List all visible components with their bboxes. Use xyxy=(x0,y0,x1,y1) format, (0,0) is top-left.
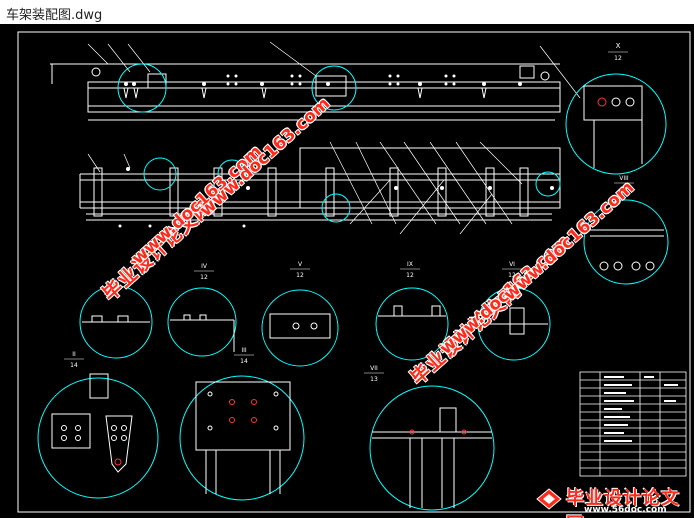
detail-view-vii: VII 13 xyxy=(364,365,495,511)
detail-ix-label: IX xyxy=(407,261,413,268)
site-logo: 毕业设计论文网 www.56doc.com xyxy=(528,482,694,518)
detail-v-scale: 12 xyxy=(296,272,304,279)
window-title: 车架装配图.dwg xyxy=(6,8,103,23)
frame-plan-view xyxy=(79,147,561,221)
logo-text-en: www.56doc.com xyxy=(584,505,667,515)
detail-iv-label: IV xyxy=(201,263,208,270)
detail-ix-scale: 12 xyxy=(406,272,414,279)
detail-view-iii: III 14 xyxy=(179,347,305,501)
detail-iii-scale: 14 xyxy=(240,358,248,365)
frame-side-view-brackets xyxy=(147,65,535,97)
detail-iv-scale: 12 xyxy=(200,274,208,281)
detail-x-scale: 12 xyxy=(614,55,622,62)
detail-iii-label: III xyxy=(241,347,247,354)
detail-v-label: V xyxy=(298,261,303,268)
detail-view-x: X 12 xyxy=(565,42,667,175)
detail-ii-label: II xyxy=(72,351,76,358)
logo-mark-icon xyxy=(536,488,562,510)
detail-view-v: V 12 xyxy=(261,261,339,367)
cad-drawing-viewport[interactable]: X 12 VIII 12 IV 12 V 12 IX 12 VI 12 II 1… xyxy=(0,24,694,518)
frame-plan-crossmembers xyxy=(93,167,529,217)
detail-view-ii: II 14 xyxy=(37,351,159,499)
detail-vii-scale: 13 xyxy=(370,376,378,383)
cad-drawing-canvas[interactable]: X 12 VIII 12 IV 12 V 12 IX 12 VI 12 II 1… xyxy=(0,24,694,518)
detail-view-iv: IV 12 xyxy=(167,263,237,357)
frame-side-view-hangers xyxy=(123,87,487,99)
detail-x-label: X xyxy=(616,42,621,50)
detail-vii-label: VII xyxy=(370,365,378,372)
detail-ii-scale: 14 xyxy=(70,362,78,369)
leader-lines-top xyxy=(87,41,581,99)
title-block-fill xyxy=(604,376,678,442)
title-block xyxy=(579,371,687,477)
window-title-bar: 车架装配图.dwg xyxy=(0,0,694,24)
detail-circle-plan-right xyxy=(535,171,561,197)
detail-vi-label: VI xyxy=(509,261,515,268)
